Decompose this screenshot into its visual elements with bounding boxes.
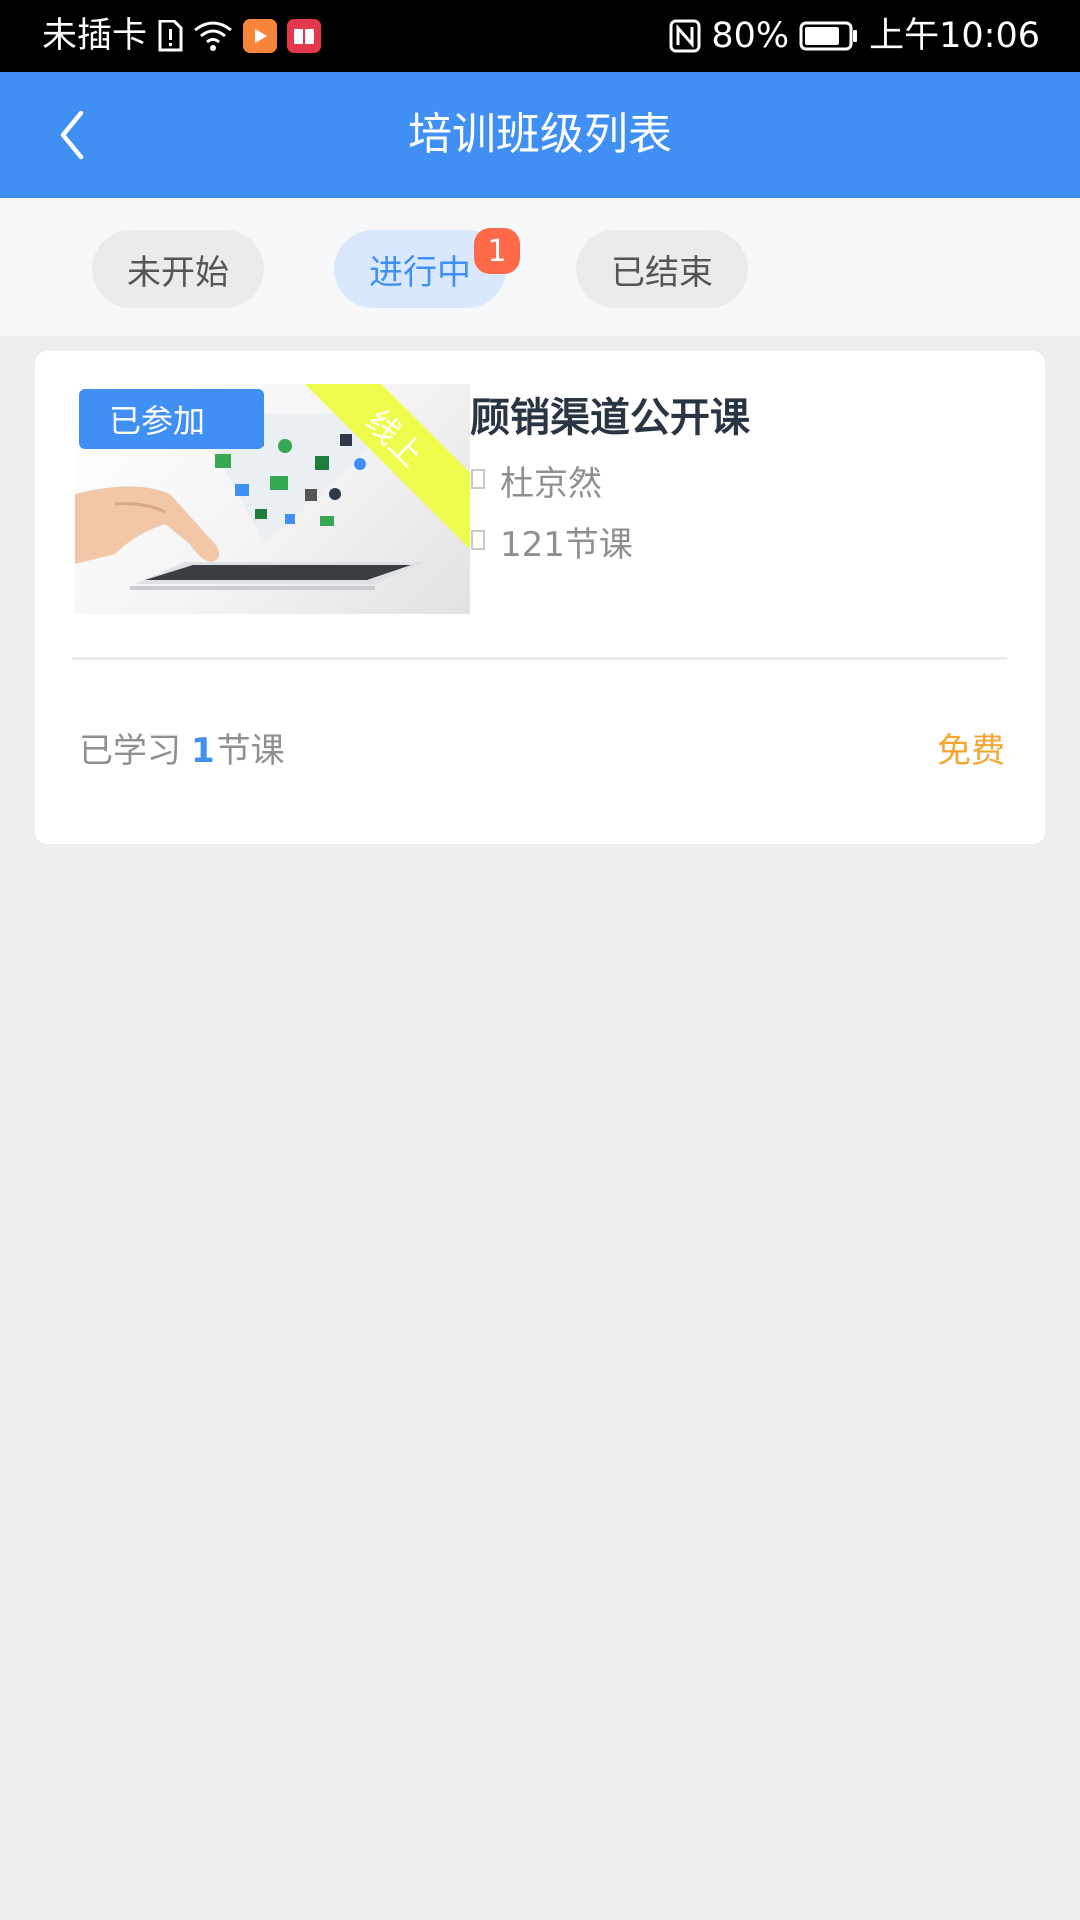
course-thumbnail: 线上 已参加: [75, 384, 470, 614]
book-app-icon: [287, 19, 322, 53]
wifi-icon: [193, 20, 233, 52]
tab-in-progress[interactable]: 进行中 1: [334, 228, 520, 308]
progress-count: 1: [191, 731, 215, 771]
tab-label: 未开始: [127, 252, 229, 293]
lessons-count: 121节课: [500, 525, 633, 565]
battery-icon: [799, 21, 859, 51]
page-title: 培训班级列表: [408, 109, 672, 160]
lessons-row: 121节课: [470, 517, 633, 566]
sim-alert-icon: [157, 20, 183, 52]
tab-count-badge: 1: [474, 228, 520, 274]
clock-text: 上午10:06: [869, 16, 1040, 56]
video-app-icon: [243, 19, 278, 53]
tab-label: 进行中: [369, 252, 471, 293]
price-label: 免费: [937, 731, 1005, 771]
nfc-icon: [669, 19, 701, 53]
carrier-text: 未插卡: [42, 16, 148, 56]
tab-label: 已结束: [611, 252, 713, 293]
status-bar-left: 未插卡: [42, 0, 322, 72]
teacher-name: 杜京然: [500, 464, 602, 504]
teacher-row: 杜京然: [470, 456, 602, 505]
tab-bar: 未开始 进行中 1 已结束: [0, 198, 1080, 336]
progress-suffix: 节课: [216, 731, 285, 771]
course-card[interactable]: 线上 已参加 顾销渠道公开课 杜京然 121节课 已学习 1节课 免费: [35, 351, 1045, 844]
joined-badge-label: 已参加: [109, 402, 206, 440]
tab-not-started[interactable]: 未开始: [92, 230, 264, 308]
status-bar: 未插卡 80% 上午10:06: [0, 0, 1080, 72]
progress-prefix: 已学习: [79, 731, 181, 771]
tab-finished[interactable]: 已结束: [576, 230, 748, 308]
joined-badge: 已参加: [79, 389, 264, 449]
app-header: 培训班级列表: [0, 72, 1080, 198]
lessons-icon: [470, 522, 486, 562]
status-bar-right: 80% 上午10:06: [669, 0, 1040, 72]
course-title: 顾销渠道公开课: [470, 395, 750, 441]
card-divider: [72, 657, 1007, 660]
battery-percent-text: 80%: [711, 16, 790, 56]
study-progress: 已学习 1节课: [79, 723, 285, 772]
teacher-icon: [470, 461, 486, 501]
